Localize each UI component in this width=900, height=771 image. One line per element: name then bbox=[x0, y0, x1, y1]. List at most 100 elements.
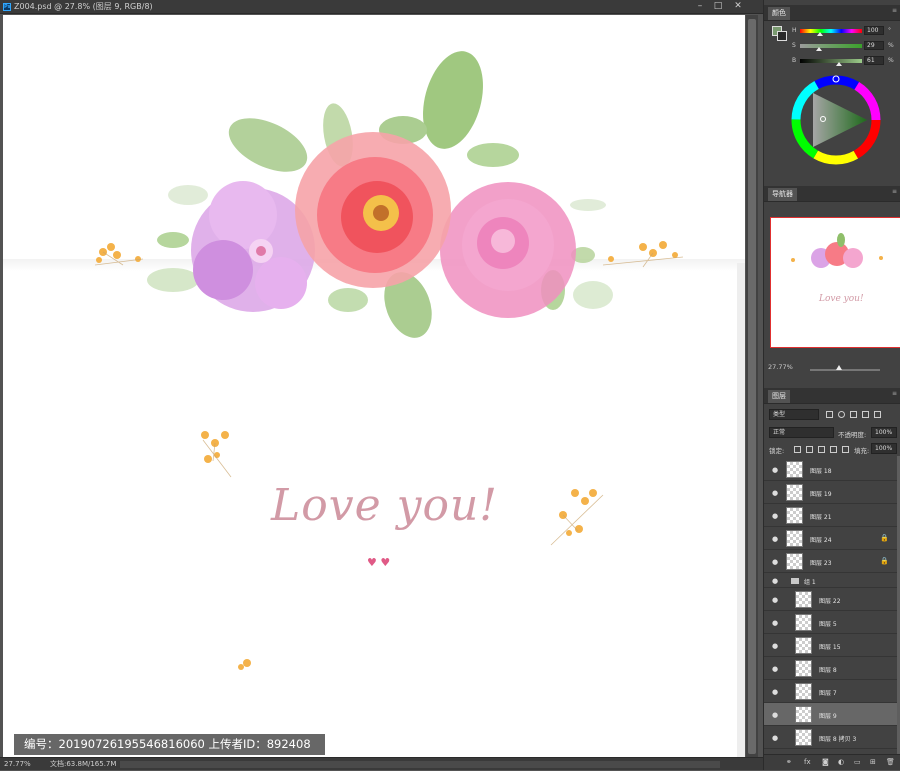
layer-row[interactable]: ● 图层 15 bbox=[764, 634, 897, 657]
layer-row[interactable]: ● 图层 18 bbox=[764, 458, 897, 481]
brightness-knob[interactable] bbox=[836, 62, 842, 66]
panel-menu-icon[interactable]: ≡ bbox=[892, 188, 897, 195]
layer-row[interactable]: ● 图层 5 bbox=[764, 611, 897, 634]
new-group-icon[interactable]: ▭ bbox=[854, 758, 861, 766]
status-doc-size[interactable]: 文档:63.8M/165.7M bbox=[50, 758, 116, 771]
hue-value-field[interactable]: 100 bbox=[864, 26, 884, 35]
layer-name[interactable]: 图层 15 bbox=[819, 642, 841, 651]
layer-name[interactable]: 图层 19 bbox=[810, 489, 832, 498]
layer-name[interactable]: 图层 21 bbox=[810, 512, 832, 521]
layer-thumbnail[interactable] bbox=[786, 553, 803, 570]
saturation-knob[interactable] bbox=[816, 47, 822, 51]
lock-transparency-icon[interactable] bbox=[794, 446, 801, 453]
fx-icon[interactable]: fx bbox=[804, 758, 811, 766]
canvas-vertical-scrollbar[interactable] bbox=[746, 15, 758, 757]
lock-pixels-icon[interactable] bbox=[806, 446, 813, 453]
layer-name[interactable]: 图层 24 bbox=[810, 535, 832, 544]
layer-thumbnail[interactable] bbox=[795, 614, 812, 631]
layer-name[interactable]: 图层 18 bbox=[810, 466, 832, 475]
visibility-eye-icon[interactable]: ● bbox=[772, 558, 778, 566]
status-zoom[interactable]: 27.77% bbox=[4, 758, 31, 771]
layer-thumbnail[interactable] bbox=[786, 530, 803, 547]
saturation-value-field[interactable]: 29 bbox=[864, 41, 884, 50]
document-tab[interactable]: Ps Z004.psd @ 27.8% (图层 9, RGB/8) – □ ✕ bbox=[0, 0, 763, 14]
visibility-eye-icon[interactable]: ● bbox=[772, 711, 778, 719]
delete-layer-icon[interactable]: 🗑 bbox=[886, 758, 895, 766]
layer-name[interactable]: 图层 5 bbox=[819, 619, 837, 628]
close-button[interactable]: ✕ bbox=[730, 0, 746, 14]
layer-name[interactable]: 图层 23 bbox=[810, 558, 832, 567]
fill-field[interactable]: 100% bbox=[871, 443, 897, 454]
layer-row[interactable]: ● 图层 24 🔒 bbox=[764, 527, 897, 550]
lock-position-icon[interactable] bbox=[818, 446, 825, 453]
hue-ring-color-picker[interactable] bbox=[791, 75, 881, 165]
visibility-eye-icon[interactable]: ● bbox=[772, 489, 778, 497]
visibility-eye-icon[interactable]: ● bbox=[772, 535, 778, 543]
hue-track[interactable] bbox=[800, 29, 862, 33]
scrollbar-thumb[interactable] bbox=[748, 19, 756, 754]
saturation-track[interactable] bbox=[800, 44, 862, 48]
opacity-field[interactable]: 100% bbox=[871, 427, 897, 438]
background-color-swatch[interactable] bbox=[777, 31, 787, 41]
minimize-button[interactable]: – bbox=[692, 0, 708, 14]
brightness-slider[interactable]: B 61 % bbox=[792, 56, 898, 66]
visibility-eye-icon[interactable]: ● bbox=[772, 596, 778, 604]
layer-filter-select[interactable]: 类型 bbox=[769, 409, 819, 420]
shape-filter-icon[interactable] bbox=[862, 411, 869, 418]
adjustment-layer-icon[interactable]: ◐ bbox=[838, 758, 844, 766]
brightness-value-field[interactable]: 61 bbox=[864, 56, 884, 65]
layer-thumbnail[interactable] bbox=[795, 637, 812, 654]
layer-thumbnail[interactable] bbox=[795, 706, 812, 723]
restore-button[interactable]: □ bbox=[710, 0, 726, 14]
panel-menu-icon[interactable]: ≡ bbox=[892, 390, 897, 397]
layer-thumbnail[interactable] bbox=[795, 591, 812, 608]
layer-row[interactable]: ● 图层 19 bbox=[764, 481, 897, 504]
type-filter-icon[interactable] bbox=[850, 411, 857, 418]
layer-thumbnail[interactable] bbox=[786, 507, 803, 524]
visibility-eye-icon[interactable]: ● bbox=[772, 466, 778, 474]
saturation-slider[interactable]: S 29 % bbox=[792, 41, 898, 51]
zoom-slider-knob[interactable] bbox=[836, 365, 842, 370]
tab-navigator[interactable]: 导航器 bbox=[768, 188, 797, 201]
lock-all-icon[interactable] bbox=[842, 446, 849, 453]
link-layers-icon[interactable]: ⚭ bbox=[786, 758, 792, 766]
adjustment-filter-icon[interactable] bbox=[838, 411, 845, 418]
tab-layers[interactable]: 图层 bbox=[768, 390, 790, 403]
navigator-zoom-field[interactable]: 27.77% bbox=[768, 363, 793, 371]
visibility-eye-icon[interactable]: ● bbox=[772, 619, 778, 627]
visibility-eye-icon[interactable]: ● bbox=[772, 642, 778, 650]
visibility-eye-icon[interactable]: ● bbox=[772, 512, 778, 520]
layer-thumbnail[interactable] bbox=[786, 461, 803, 478]
layer-row[interactable]: ● 图层 23 🔒 bbox=[764, 550, 897, 573]
layer-name[interactable]: 图层 9 bbox=[819, 711, 837, 720]
navigator-preview[interactable]: Love you! bbox=[770, 217, 900, 348]
canvas-horizontal-scrollbar[interactable] bbox=[120, 761, 720, 768]
blend-mode-select[interactable]: 正常 bbox=[769, 427, 834, 438]
layer-row[interactable]: ● 图层 7 bbox=[764, 680, 897, 703]
layer-thumbnail[interactable] bbox=[795, 683, 812, 700]
artboard-canvas[interactable]: Love you! ♥ ♥ bbox=[3, 15, 745, 757]
document-title[interactable]: Z004.psd @ 27.8% (图层 9, RGB/8) bbox=[14, 0, 153, 14]
pixel-filter-icon[interactable] bbox=[826, 411, 833, 418]
layer-row[interactable]: ● 图层 8 bbox=[764, 657, 897, 680]
layer-name[interactable]: 图层 8 bbox=[819, 665, 837, 674]
visibility-eye-icon[interactable]: ● bbox=[772, 734, 778, 742]
brightness-track[interactable] bbox=[800, 59, 862, 63]
tab-color[interactable]: 颜色 bbox=[768, 7, 790, 20]
new-layer-icon[interactable]: ⊞ bbox=[870, 758, 876, 766]
panel-menu-icon[interactable]: ≡ bbox=[892, 7, 897, 14]
layer-row[interactable]: ● 图层 21 bbox=[764, 504, 897, 527]
navigator-zoom-slider[interactable] bbox=[810, 365, 880, 371]
layer-row[interactable]: ● 图层 9 bbox=[764, 703, 897, 726]
visibility-eye-icon[interactable]: ● bbox=[772, 688, 778, 696]
layer-row[interactable]: ● 图层 8 拷贝 3 bbox=[764, 726, 897, 749]
layer-name[interactable]: 组 1 bbox=[804, 577, 816, 586]
layer-thumbnail[interactable] bbox=[795, 660, 812, 677]
hue-knob[interactable] bbox=[817, 32, 823, 36]
layer-group-row[interactable]: ● 组 1 bbox=[764, 573, 897, 588]
layer-thumbnail[interactable] bbox=[786, 484, 803, 501]
visibility-eye-icon[interactable]: ● bbox=[772, 577, 778, 585]
hue-slider[interactable]: H 100 ° bbox=[792, 26, 898, 36]
add-mask-icon[interactable]: ◙ bbox=[822, 758, 829, 766]
visibility-eye-icon[interactable]: ● bbox=[772, 665, 778, 673]
